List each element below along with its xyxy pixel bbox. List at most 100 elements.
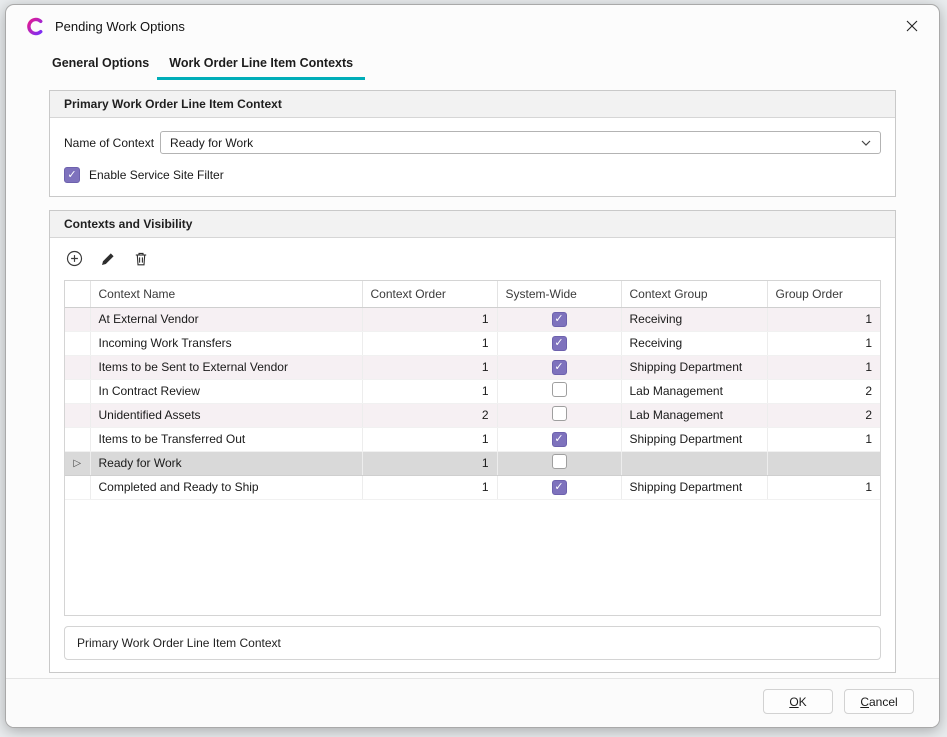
current-row-arrow-icon: ▷ — [73, 458, 81, 469]
context-group-cell — [621, 451, 767, 475]
context-group-cell: Lab Management — [621, 403, 767, 427]
context-name-cell: Completed and Ready to Ship — [90, 475, 362, 499]
group-order-cell: 1 — [767, 355, 880, 379]
name-of-context-value: Ready for Work — [170, 136, 253, 150]
column-header-group-order[interactable]: Group Order — [767, 281, 880, 307]
column-header-context-group[interactable]: Context Group — [621, 281, 767, 307]
grid-toolbar — [50, 238, 895, 274]
dialog-button-bar: OK Cancel — [6, 678, 939, 727]
table-row[interactable]: Items to be Sent to External Vendor 1 Sh… — [65, 355, 880, 379]
context-group-cell: Receiving — [621, 331, 767, 355]
ok-button[interactable]: OK — [763, 689, 833, 714]
edit-context-button[interactable] — [98, 249, 117, 268]
table-row[interactable]: Incoming Work Transfers 1 Receiving 1 — [65, 331, 880, 355]
chevron-down-icon — [861, 140, 871, 146]
column-header-system-wide[interactable]: System-Wide — [497, 281, 621, 307]
table-row[interactable]: Unidentified Assets 2 Lab Management 2 — [65, 403, 880, 427]
primary-context-header: Primary Work Order Line Item Context — [50, 91, 895, 118]
context-group-cell: Shipping Department — [621, 475, 767, 499]
context-order-cell: 1 — [362, 451, 497, 475]
row-selector-cell — [65, 475, 90, 499]
row-selector-cell: ▷ — [65, 451, 90, 475]
context-order-cell: 2 — [362, 403, 497, 427]
table-row[interactable]: Completed and Ready to Ship 1 Shipping D… — [65, 475, 880, 499]
contexts-grid: Context Name Context Order System-Wide C… — [64, 280, 881, 616]
group-order-cell: 1 — [767, 331, 880, 355]
row-selector-cell — [65, 379, 90, 403]
pencil-icon — [100, 251, 116, 267]
context-name-cell: Items to be Sent to External Vendor — [90, 355, 362, 379]
system-wide-cell — [497, 475, 621, 499]
system-wide-checkbox[interactable] — [552, 480, 567, 495]
app-logo-icon — [26, 17, 45, 36]
selector-column-header — [65, 281, 90, 307]
trash-icon — [133, 251, 149, 267]
group-order-cell: 1 — [767, 427, 880, 451]
row-selector-cell — [65, 427, 90, 451]
column-header-context-name[interactable]: Context Name — [90, 281, 362, 307]
group-order-cell: 1 — [767, 475, 880, 499]
title-bar: Pending Work Options — [6, 5, 939, 47]
context-group-cell: Lab Management — [621, 379, 767, 403]
system-wide-cell — [497, 331, 621, 355]
context-order-cell: 1 — [362, 475, 497, 499]
tab-work-order-line-item-contexts[interactable]: Work Order Line Item Contexts — [167, 51, 355, 80]
row-selector-cell — [65, 355, 90, 379]
close-button[interactable] — [895, 11, 929, 41]
system-wide-checkbox[interactable] — [552, 432, 567, 447]
delete-context-button[interactable] — [131, 249, 150, 268]
system-wide-cell — [497, 403, 621, 427]
context-group-cell: Shipping Department — [621, 427, 767, 451]
enable-service-site-filter-checkbox[interactable] — [64, 167, 80, 183]
context-name-cell: At External Vendor — [90, 307, 362, 331]
system-wide-checkbox[interactable] — [552, 454, 567, 469]
tab-strip: General Options Work Order Line Item Con… — [50, 51, 939, 80]
row-selector-cell — [65, 403, 90, 427]
close-icon — [906, 20, 918, 32]
context-group-cell: Receiving — [621, 307, 767, 331]
context-name-cell: In Contract Review — [90, 379, 362, 403]
group-order-cell — [767, 451, 880, 475]
system-wide-cell — [497, 379, 621, 403]
system-wide-checkbox[interactable] — [552, 382, 567, 397]
contexts-visibility-header: Contexts and Visibility — [50, 211, 895, 238]
contexts-table: Context Name Context Order System-Wide C… — [65, 281, 880, 500]
system-wide-cell — [497, 355, 621, 379]
grid-footer-panel: Primary Work Order Line Item Context — [64, 626, 881, 660]
group-order-cell: 1 — [767, 307, 880, 331]
group-order-cell: 2 — [767, 379, 880, 403]
context-name-cell: Ready for Work — [90, 451, 362, 475]
table-row[interactable]: Items to be Transferred Out 1 Shipping D… — [65, 427, 880, 451]
system-wide-cell — [497, 427, 621, 451]
group-order-cell: 2 — [767, 403, 880, 427]
contexts-visibility-groupbox: Contexts and Visibility — [49, 210, 896, 673]
system-wide-checkbox[interactable] — [552, 336, 567, 351]
system-wide-checkbox[interactable] — [552, 406, 567, 421]
table-row[interactable]: In Contract Review 1 Lab Management 2 — [65, 379, 880, 403]
context-order-cell: 1 — [362, 427, 497, 451]
context-order-cell: 1 — [362, 379, 497, 403]
add-context-button[interactable] — [65, 249, 84, 268]
pending-work-options-dialog: Pending Work Options General Options Wor… — [5, 4, 940, 728]
name-of-context-combobox[interactable]: Ready for Work — [160, 131, 881, 154]
context-name-cell: Items to be Transferred Out — [90, 427, 362, 451]
table-row[interactable]: At External Vendor 1 Receiving 1 — [65, 307, 880, 331]
system-wide-checkbox[interactable] — [552, 360, 567, 375]
context-order-cell: 1 — [362, 307, 497, 331]
system-wide-checkbox[interactable] — [552, 312, 567, 327]
name-of-context-label: Name of Context — [64, 136, 154, 150]
context-order-cell: 1 — [362, 331, 497, 355]
context-name-cell: Unidentified Assets — [90, 403, 362, 427]
column-header-context-order[interactable]: Context Order — [362, 281, 497, 307]
cancel-button[interactable]: Cancel — [844, 689, 914, 714]
primary-context-groupbox: Primary Work Order Line Item Context Nam… — [49, 90, 896, 197]
table-row-selected[interactable]: ▷ Ready for Work 1 — [65, 451, 880, 475]
context-group-cell: Shipping Department — [621, 355, 767, 379]
context-name-cell: Incoming Work Transfers — [90, 331, 362, 355]
row-selector-cell — [65, 307, 90, 331]
tab-general-options[interactable]: General Options — [50, 51, 151, 80]
row-selector-cell — [65, 331, 90, 355]
circle-plus-icon — [66, 250, 83, 267]
system-wide-cell — [497, 451, 621, 475]
window-title: Pending Work Options — [55, 19, 185, 34]
